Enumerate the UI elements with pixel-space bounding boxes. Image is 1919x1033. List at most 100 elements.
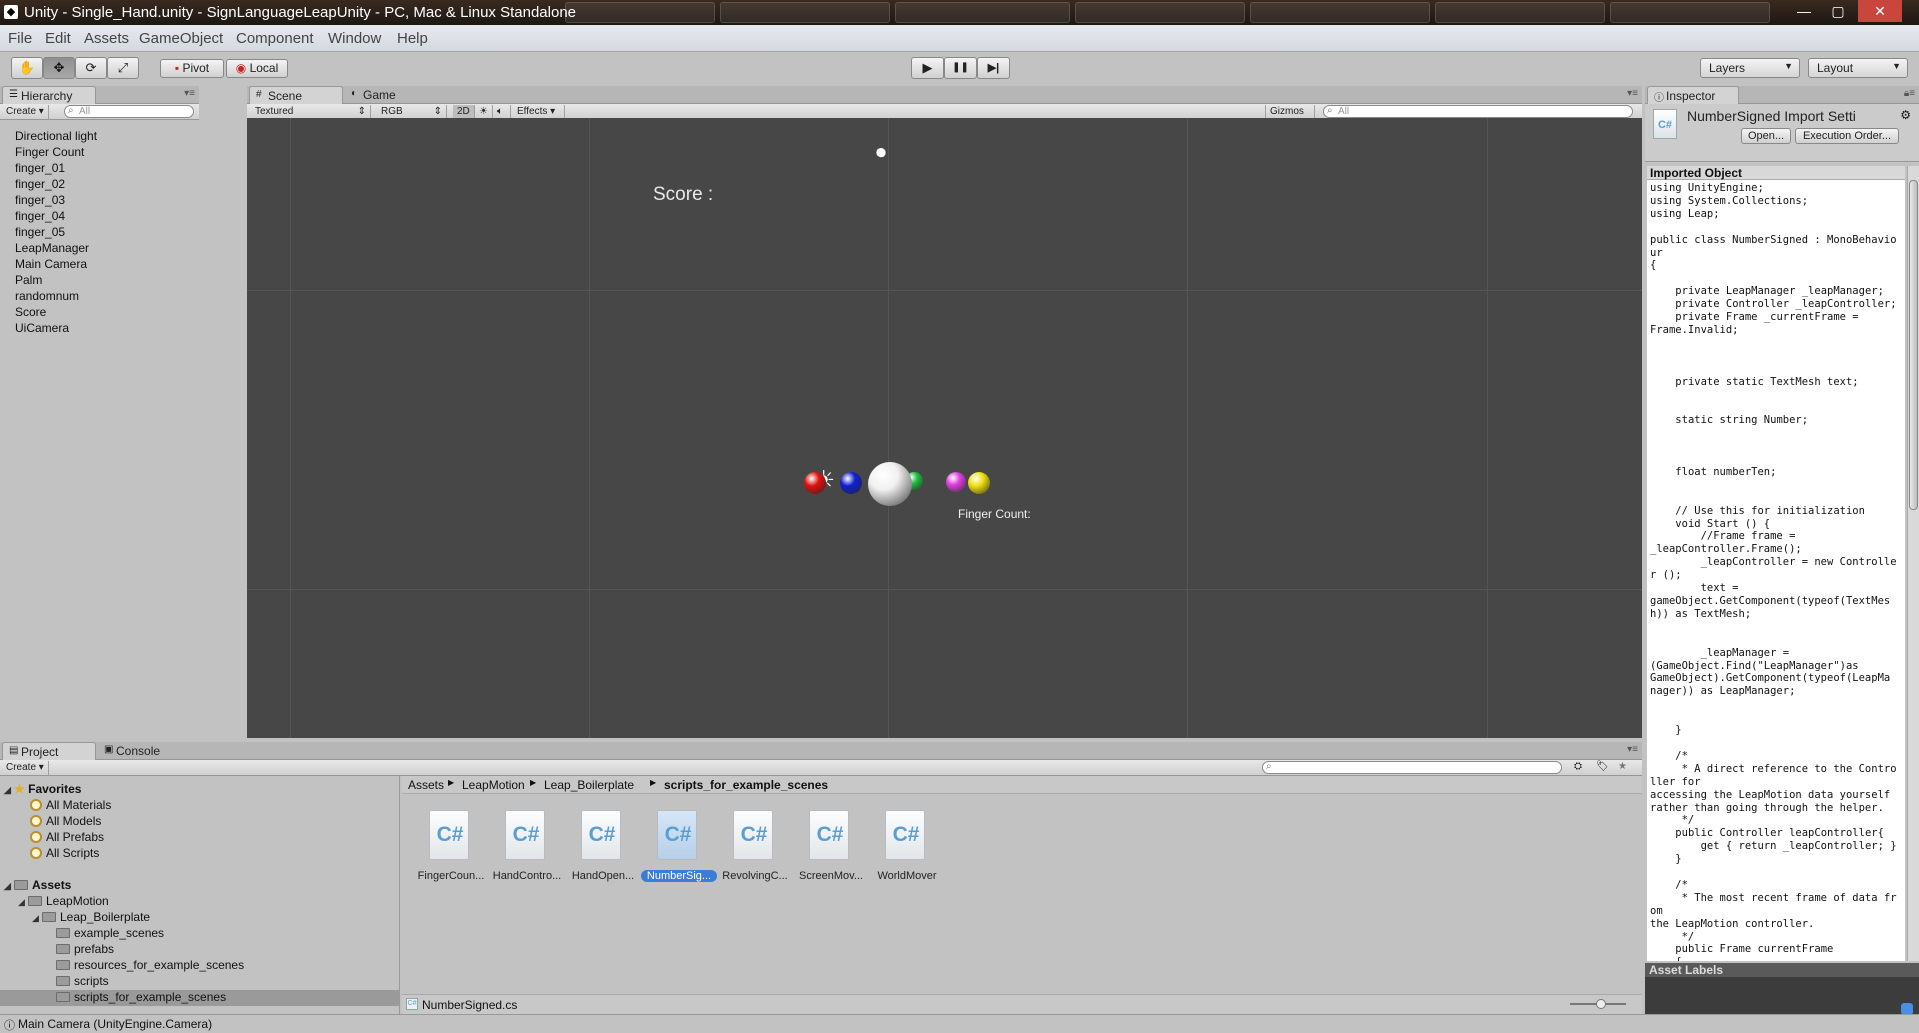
maximize-button[interactable]: ▢ <box>1824 0 1852 22</box>
score-text[interactable]: Score : <box>653 184 713 206</box>
camera-gizmo-icon[interactable]: ⏺︎ <box>876 142 886 165</box>
favorite-item[interactable]: All Materials <box>30 798 111 814</box>
hierarchy-item[interactable]: UiCamera <box>15 321 69 337</box>
scene-viewport[interactable]: ⏺︎ Score : ☀ Finger Count: <box>247 118 1642 738</box>
scene-search-input[interactable]: ⌕ All <box>1323 105 1633 118</box>
folder-node[interactable]: ◢ LeapMotion <box>18 894 109 910</box>
step-button[interactable]: ▶| <box>977 57 1010 79</box>
background-taskbar-item[interactable] <box>1250 2 1430 23</box>
asset-file[interactable]: C# ScreenMov... <box>793 804 865 882</box>
hand-tool-icon[interactable]: ✋ <box>11 57 43 79</box>
panel-menu-icon[interactable]: ▾≡ <box>1627 744 1638 755</box>
lock-icon[interactable]: 🔒︎≡ <box>1904 88 1915 99</box>
pause-button[interactable]: ❚❚ <box>944 57 977 79</box>
close-button[interactable]: ✕ <box>1858 0 1902 22</box>
favorite-item[interactable]: All Scripts <box>30 846 99 862</box>
hierarchy-item[interactable]: Palm <box>15 273 42 289</box>
layers-dropdown[interactable]: Layers ▼ <box>1700 58 1800 78</box>
filter-label-icon[interactable]: 🏷︎ <box>1596 761 1609 772</box>
play-button[interactable]: ▶ <box>911 57 944 79</box>
white-sphere[interactable] <box>868 462 912 506</box>
asset-file[interactable]: C# NumberSig... <box>641 804 717 882</box>
gear-icon[interactable]: ⚙ <box>1900 108 1911 122</box>
move-tool-icon[interactable]: ✥ <box>43 57 75 79</box>
background-taskbar-item[interactable] <box>1435 2 1605 23</box>
color-mode-dropdown[interactable]: RGB ⇕ <box>377 105 447 119</box>
open-button[interactable]: Open... <box>1741 128 1791 144</box>
lighting-toggle-icon[interactable]: ☀ <box>475 105 493 119</box>
star-icon[interactable]: ★ <box>1618 761 1627 772</box>
magenta-sphere[interactable] <box>946 472 966 492</box>
tab-game[interactable]: ◐ Game <box>345 86 415 104</box>
hierarchy-item[interactable]: LeapManager <box>15 241 89 257</box>
red-sphere[interactable] <box>804 472 826 494</box>
effects-dropdown[interactable]: Effects ▾ <box>513 105 565 119</box>
2d-toggle-button[interactable]: 2D <box>453 105 475 119</box>
favorite-item[interactable]: All Models <box>30 814 101 830</box>
hierarchy-item[interactable]: randomnum <box>15 289 79 305</box>
inspector-scrollbar[interactable] <box>1907 166 1919 961</box>
tab-inspector[interactable]: ⓘ Inspector <box>1647 86 1739 104</box>
local-toggle-button[interactable]: ◉ Local <box>226 59 288 78</box>
hierarchy-item[interactable]: finger_03 <box>15 193 65 209</box>
scale-tool-icon[interactable]: ⤢ <box>107 57 139 79</box>
asset-file[interactable]: C# HandContro... <box>489 804 561 882</box>
blue-sphere[interactable] <box>840 472 862 494</box>
menu-gameobject[interactable]: GameObject <box>139 30 223 47</box>
assets-node[interactable]: ◢ Assets <box>4 878 71 894</box>
create-dropdown[interactable]: Create ▾ <box>2 761 49 775</box>
hierarchy-item[interactable]: Directional light <box>15 129 97 145</box>
panel-menu-icon[interactable]: ▾≡ <box>1627 88 1638 99</box>
menu-component[interactable]: Component <box>236 30 314 47</box>
create-dropdown[interactable]: Create ▾ <box>2 105 49 119</box>
project-search-input[interactable]: ⌕ <box>1262 761 1562 774</box>
splitter[interactable] <box>199 86 247 738</box>
tab-console[interactable]: ▣ Console <box>98 742 178 760</box>
tab-hierarchy[interactable]: ☰ Hierarchy <box>2 86 96 104</box>
tab-scene[interactable]: # Scene <box>249 86 343 104</box>
asset-file[interactable]: C# WorldMover <box>869 804 941 882</box>
layout-dropdown[interactable]: Layout ▼ <box>1808 58 1908 78</box>
hierarchy-item[interactable]: Main Camera <box>15 257 87 273</box>
menu-edit[interactable]: Edit <box>45 30 71 47</box>
finger-count-text[interactable]: Finger Count: <box>958 507 1031 521</box>
tab-project[interactable]: ▤ Project <box>2 742 96 760</box>
breadcrumb-item[interactable]: scripts_for_example_scenes <box>664 778 828 792</box>
slider-thumb[interactable] <box>1596 999 1606 1009</box>
hierarchy-item[interactable]: finger_04 <box>15 209 65 225</box>
folder-node[interactable]: example_scenes <box>56 926 164 942</box>
panel-menu-icon[interactable]: ▾≡ <box>184 88 195 99</box>
hierarchy-item[interactable]: finger_01 <box>15 161 65 177</box>
folder-node[interactable]: scripts <box>56 974 109 990</box>
breadcrumb-item[interactable]: Leap_Boilerplate <box>544 778 634 792</box>
icon-size-slider[interactable] <box>1570 999 1626 1009</box>
asset-file[interactable]: C# RevolvingC... <box>717 804 789 882</box>
code-preview[interactable]: using UnityEngine; using System.Collecti… <box>1647 180 1905 961</box>
hierarchy-item[interactable]: Finger Count <box>15 145 84 161</box>
menu-help[interactable]: Help <box>397 30 428 47</box>
scrollbar-thumb[interactable] <box>1909 180 1918 510</box>
audio-toggle-icon[interactable]: 🔈︎ <box>493 105 511 119</box>
background-taskbar-item[interactable] <box>565 2 715 23</box>
breadcrumb-item[interactable]: Assets <box>408 778 444 792</box>
folder-node[interactable]: prefabs <box>56 942 114 958</box>
folder-node-selected[interactable]: scripts_for_example_scenes <box>0 990 399 1006</box>
hierarchy-item[interactable]: Score <box>15 305 46 321</box>
gizmos-dropdown[interactable]: Gizmos ▾ <box>1265 105 1315 128</box>
favorite-item[interactable]: All Prefabs <box>30 830 104 846</box>
pivot-toggle-button[interactable]: ▪ Pivot <box>160 59 224 78</box>
minimize-button[interactable]: — <box>1790 0 1818 22</box>
asset-file[interactable]: C# HandOpen... <box>565 804 637 882</box>
hierarchy-item[interactable]: finger_02 <box>15 177 65 193</box>
background-taskbar-item[interactable] <box>1075 2 1245 23</box>
background-taskbar-item[interactable] <box>1610 2 1770 23</box>
filter-type-icon[interactable]: ⛭ <box>1574 761 1582 772</box>
render-mode-dropdown[interactable]: Textured ⇕ <box>251 105 371 119</box>
rotate-tool-icon[interactable]: ⟳ <box>75 57 107 79</box>
menu-file[interactable]: File <box>8 30 32 47</box>
execution-order-button[interactable]: Execution Order... <box>1795 128 1899 144</box>
menu-assets[interactable]: Assets <box>84 30 129 47</box>
breadcrumb-item[interactable]: LeapMotion <box>462 778 525 792</box>
menu-window[interactable]: Window <box>328 30 381 47</box>
hierarchy-search-input[interactable]: ⌕ All <box>64 105 194 118</box>
